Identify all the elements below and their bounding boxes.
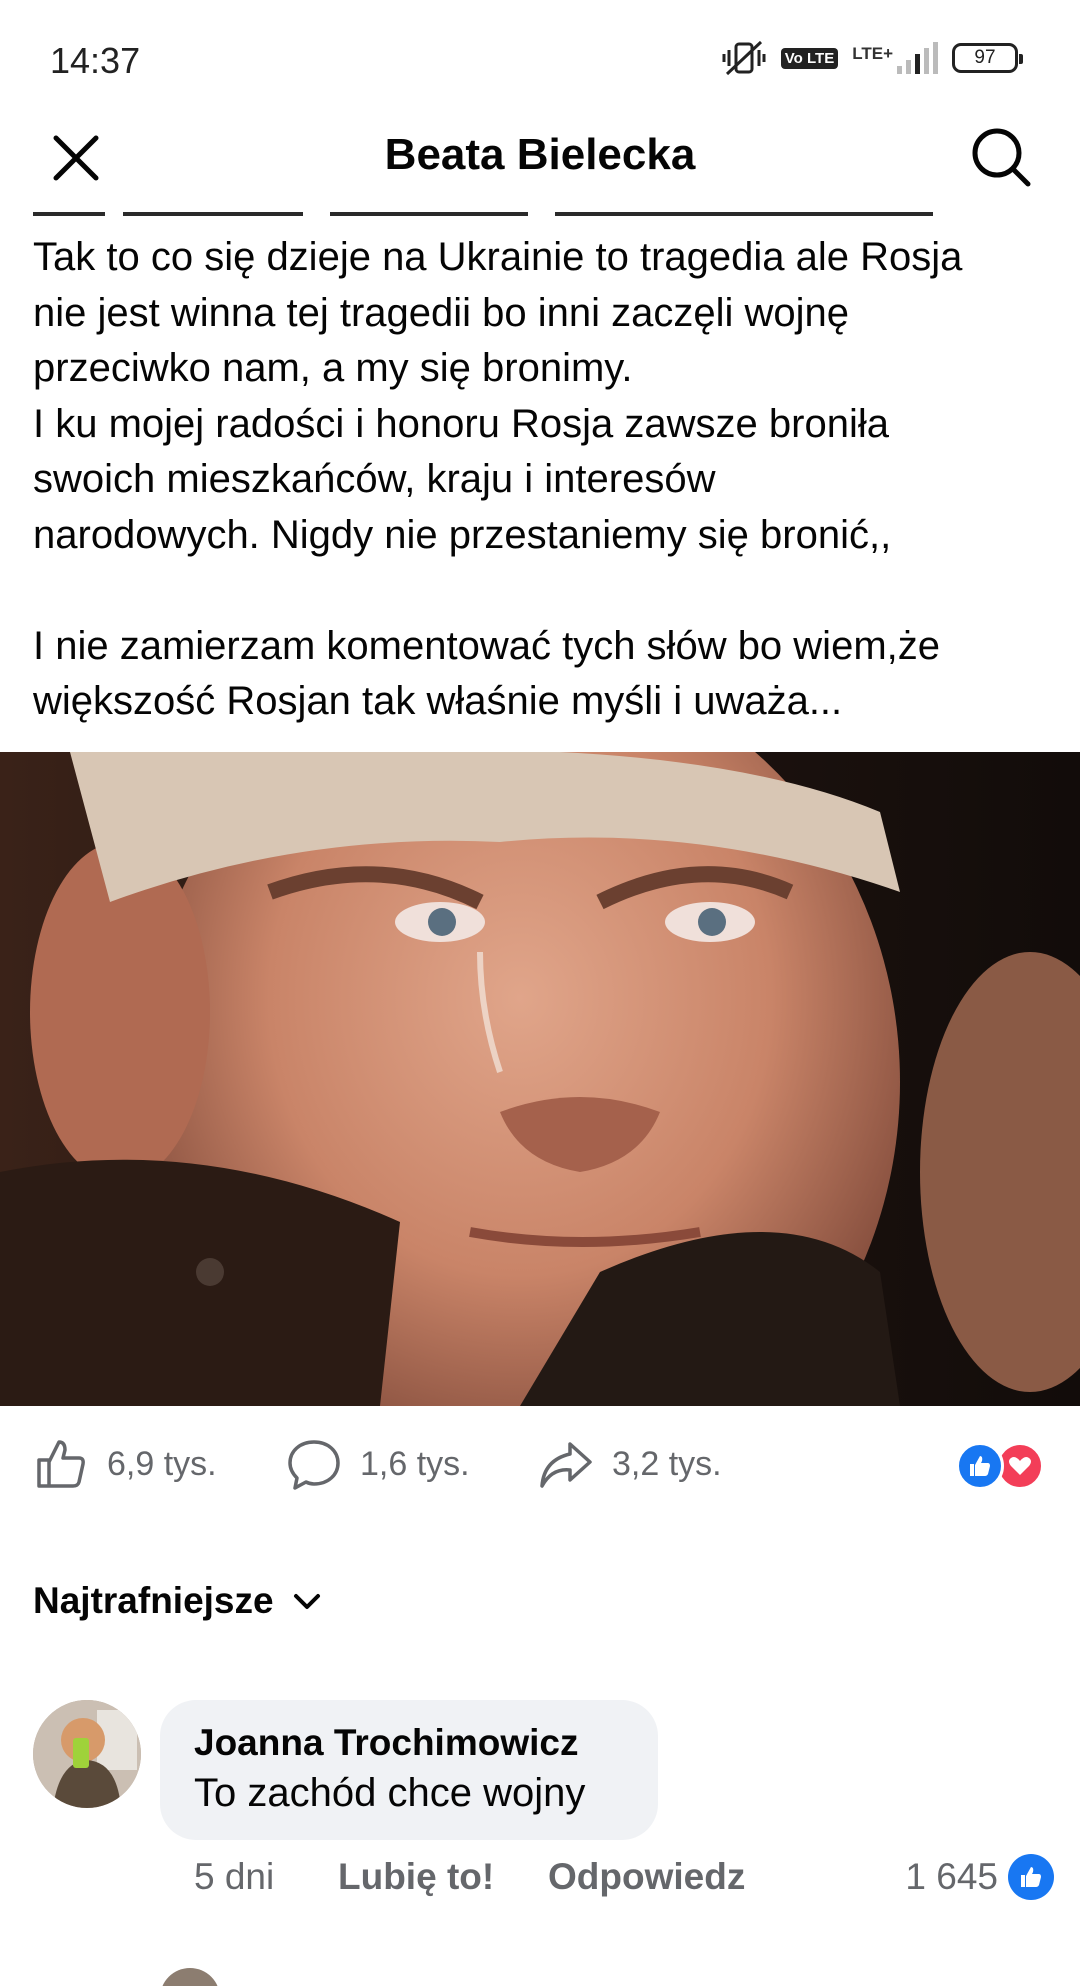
like-count: 6,9 tys.	[107, 1444, 217, 1483]
comment-like-reaction-icon	[1008, 1854, 1054, 1900]
sort-label: Najtrafniejsze	[33, 1580, 274, 1621]
search-icon[interactable]	[968, 124, 1034, 190]
top-navigation: Beata Bielecka	[0, 110, 1080, 200]
chevron-down-icon	[293, 1594, 320, 1609]
comment-text: To zachód chce wojny	[194, 1771, 586, 1815]
share-icon	[540, 1442, 592, 1488]
signal-icon	[897, 42, 938, 74]
network-type: LTE+	[852, 44, 893, 63]
comment-time: 5 dni	[194, 1856, 275, 1897]
thumbs-up-icon	[37, 1440, 85, 1488]
battery-icon: 97	[952, 43, 1023, 73]
commenter-avatar[interactable]	[33, 1700, 141, 1808]
share-count: 3,2 tys.	[612, 1444, 722, 1483]
status-bar: 14:37 Vo LTE LTE+ 97	[0, 0, 1080, 110]
comment-reply-button[interactable]: Odpowiedz	[548, 1856, 745, 1898]
next-commenter-avatar[interactable]	[160, 1968, 220, 1986]
comment-button[interactable]: 1,6 tys.	[286, 1436, 470, 1492]
commenter-name[interactable]: Joanna Trochimowicz	[194, 1720, 624, 1766]
volte-icon: Vo LTE	[780, 47, 839, 69]
partial-text-line	[33, 200, 933, 220]
comment-like-button[interactable]: Lubię to!	[338, 1856, 494, 1898]
comment-like-count[interactable]: 1 645	[905, 1856, 998, 1898]
share-button[interactable]: 3,2 tys.	[538, 1436, 722, 1492]
comment-meta: 5 dni Lubię to! Odpowiedz 1 645	[194, 1854, 1054, 1906]
post-actions: 6,9 tys. 1,6 tys. 3,2 tys.	[0, 1436, 1080, 1500]
status-icons: Vo LTE LTE+ 97	[721, 38, 1023, 78]
comment-icon	[288, 1440, 340, 1490]
comment-sort-dropdown[interactable]: Najtrafniejsze	[33, 1580, 324, 1622]
like-button[interactable]: 6,9 tys.	[33, 1436, 217, 1492]
page-title: Beata Bielecka	[384, 130, 696, 179]
photo-graphic	[0, 752, 1080, 1406]
post-photo[interactable]	[0, 752, 1080, 1406]
comment-bubble[interactable]: Joanna Trochimowicz To zachód chce wojny	[160, 1700, 658, 1840]
avatar-image	[33, 1700, 141, 1808]
reaction-summary[interactable]	[956, 1442, 1046, 1492]
comment-count: 1,6 tys.	[360, 1444, 470, 1483]
post-text: Tak to co się dzieje na Ukrainie to trag…	[33, 235, 963, 723]
status-time: 14:37	[50, 40, 141, 81]
battery-level: 97	[974, 47, 996, 68]
vibrate-mute-icon	[722, 40, 766, 76]
like-reaction-icon	[956, 1442, 1004, 1490]
